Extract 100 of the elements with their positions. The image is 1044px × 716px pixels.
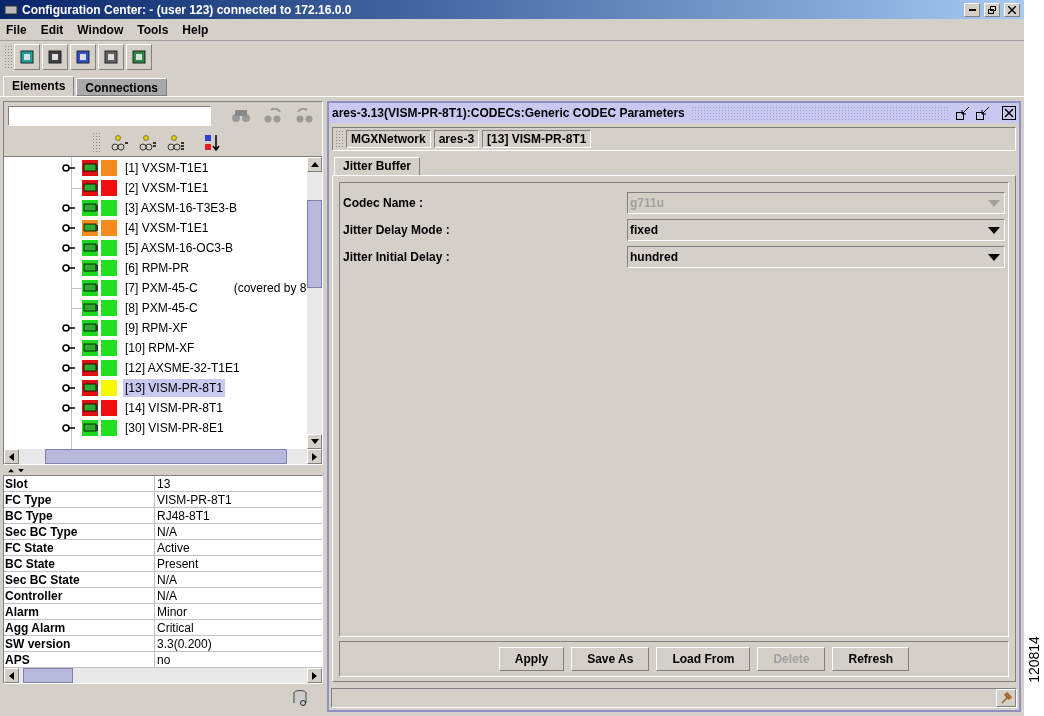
- menu-item[interactable]: Window: [77, 21, 124, 39]
- tree-item[interactable]: [4] VXSM-T1E1: [123, 219, 211, 237]
- tree-item-note: (covered by 8: [233, 280, 307, 297]
- tree-item[interactable]: [7] PXM-45-C: [123, 279, 200, 297]
- property-value: N/A: [156, 588, 177, 603]
- tree-item[interactable]: [8] PXM-45-C: [123, 299, 200, 317]
- expand-handle-icon[interactable]: [62, 324, 76, 332]
- toolbar-button[interactable]: [98, 43, 124, 70]
- scroll-right-button[interactable]: [307, 668, 322, 683]
- restore-icon[interactable]: [976, 106, 990, 120]
- tree-item[interactable]: [1] VXSM-T1E1: [123, 159, 211, 177]
- close-button[interactable]: [1004, 2, 1020, 17]
- field-label: Codec Name :: [343, 195, 425, 212]
- tree-item[interactable]: [3] AXSM-16-T3E3-B: [123, 199, 240, 217]
- tree-item[interactable]: [2] VXSM-T1E1: [123, 179, 211, 197]
- restore-button[interactable]: [984, 2, 1000, 17]
- menu-item[interactable]: Edit: [40, 21, 64, 39]
- scroll-up-button[interactable]: [307, 157, 322, 172]
- menu-item[interactable]: Help: [182, 21, 209, 39]
- expand-handle-icon[interactable]: [62, 424, 76, 432]
- property-name: Controller: [4, 588, 155, 603]
- property-value: Minor: [156, 604, 187, 619]
- action-button[interactable]: Apply: [498, 647, 565, 671]
- dropdown-field[interactable]: fixed: [627, 219, 1005, 241]
- expand-handle-icon[interactable]: [62, 224, 76, 232]
- expand-handle-icon[interactable]: [62, 384, 76, 392]
- scrollbar-thumb[interactable]: [45, 449, 287, 464]
- caret-icon: [988, 253, 1000, 261]
- tree-item[interactable]: [5] AXSM-16-OC3-B: [123, 239, 236, 257]
- tab[interactable]: Elements: [3, 76, 75, 96]
- action-button[interactable]: Refresh: [832, 647, 910, 671]
- search-field[interactable]: [8, 106, 211, 126]
- expand-handle-icon[interactable]: [62, 344, 76, 352]
- minimize-icon[interactable]: [956, 106, 970, 120]
- property-name: Alarm: [4, 604, 155, 619]
- up-arrow-icon: [310, 162, 319, 167]
- property-value: Critical: [156, 620, 194, 635]
- property-value: RJ48-8T1: [156, 508, 210, 523]
- scroll-down-button[interactable]: [307, 434, 322, 449]
- tab[interactable]: Connections: [76, 78, 168, 96]
- breadcrumb-button[interactable]: [13] VISM-PR-8T1: [482, 130, 592, 148]
- property-value: Present: [156, 556, 199, 571]
- tree-item[interactable]: [10] RPM-XF: [123, 339, 197, 357]
- sort-icon[interactable]: [204, 134, 220, 152]
- scrollbar-thumb[interactable]: [23, 668, 73, 683]
- toolbar-button[interactable]: [14, 43, 40, 70]
- property-name: FC State: [4, 540, 155, 555]
- view-small-icon[interactable]: [110, 135, 128, 151]
- property-name: BC Type: [4, 508, 155, 523]
- scroll-left-button[interactable]: [4, 668, 19, 683]
- minimize-icon: [968, 8, 976, 11]
- view-list-icon[interactable]: [138, 135, 156, 151]
- tree-item[interactable]: [13] VISM-PR-8T1: [123, 379, 226, 397]
- property-name: SW version: [4, 636, 155, 651]
- property-name: APS: [4, 652, 155, 667]
- property-name: Sec BC State: [4, 572, 155, 587]
- expand-handle-icon[interactable]: [62, 364, 76, 372]
- close-icon[interactable]: [1002, 106, 1016, 120]
- tree-item[interactable]: [30] VISM-PR-8E1: [123, 419, 226, 437]
- up-arrow-icon: [8, 468, 14, 472]
- action-button[interactable]: Save As: [571, 647, 650, 671]
- right-arrow-icon: [312, 671, 317, 680]
- scroll-right-button[interactable]: [307, 449, 322, 464]
- view-details-icon[interactable]: [166, 135, 184, 151]
- toolbar-button[interactable]: [126, 43, 152, 70]
- property-value: 3.3(0.200): [156, 636, 212, 651]
- scroll-left-button[interactable]: [4, 449, 19, 464]
- figure-id: 120814: [1024, 636, 1043, 683]
- property-value: N/A: [156, 524, 177, 539]
- property-name: Agg Alarm: [4, 620, 155, 635]
- frame-title: ares-3.13(VISM-PR-8T1):CODECs:Generic CODEC Parameters: [332, 105, 685, 122]
- tree-item[interactable]: [6] RPM-PR: [123, 259, 191, 277]
- menu-item[interactable]: Tools: [137, 21, 169, 39]
- dropdown-field[interactable]: hundred: [627, 246, 1005, 268]
- pin-button[interactable]: [996, 689, 1016, 707]
- caret-icon: [988, 199, 1000, 207]
- tree-item[interactable]: [14] VISM-PR-8T1: [123, 399, 226, 417]
- tree-item[interactable]: [12] AXSME-32-T1E1: [123, 359, 242, 377]
- toolbar-button[interactable]: [42, 43, 68, 70]
- breadcrumb-button[interactable]: ares-3: [433, 130, 480, 148]
- menu-item[interactable]: File: [6, 21, 27, 39]
- field-label: Jitter Initial Delay :: [343, 249, 451, 266]
- left-arrow-icon: [9, 452, 14, 461]
- action-button[interactable]: Load From: [656, 647, 751, 671]
- tree-item[interactable]: [9] RPM-XF: [123, 319, 190, 337]
- tab[interactable]: Jitter Buffer: [334, 157, 420, 175]
- property-value: Active: [156, 540, 190, 555]
- minimize-button[interactable]: [964, 2, 980, 17]
- breadcrumb-button[interactable]: MGXNetwork: [346, 130, 431, 148]
- property-value: 13: [156, 476, 171, 491]
- expand-handle-icon[interactable]: [62, 164, 76, 172]
- expand-handle-icon[interactable]: [62, 244, 76, 252]
- right-arrow-icon: [312, 452, 317, 461]
- expand-handle-icon[interactable]: [62, 264, 76, 272]
- expand-handle-icon[interactable]: [62, 204, 76, 212]
- property-name: FC Type: [4, 492, 155, 507]
- toolbar-button[interactable]: [70, 43, 96, 70]
- scrollbar-thumb[interactable]: [307, 200, 322, 288]
- caret-icon: [988, 226, 1000, 234]
- expand-handle-icon[interactable]: [62, 404, 76, 412]
